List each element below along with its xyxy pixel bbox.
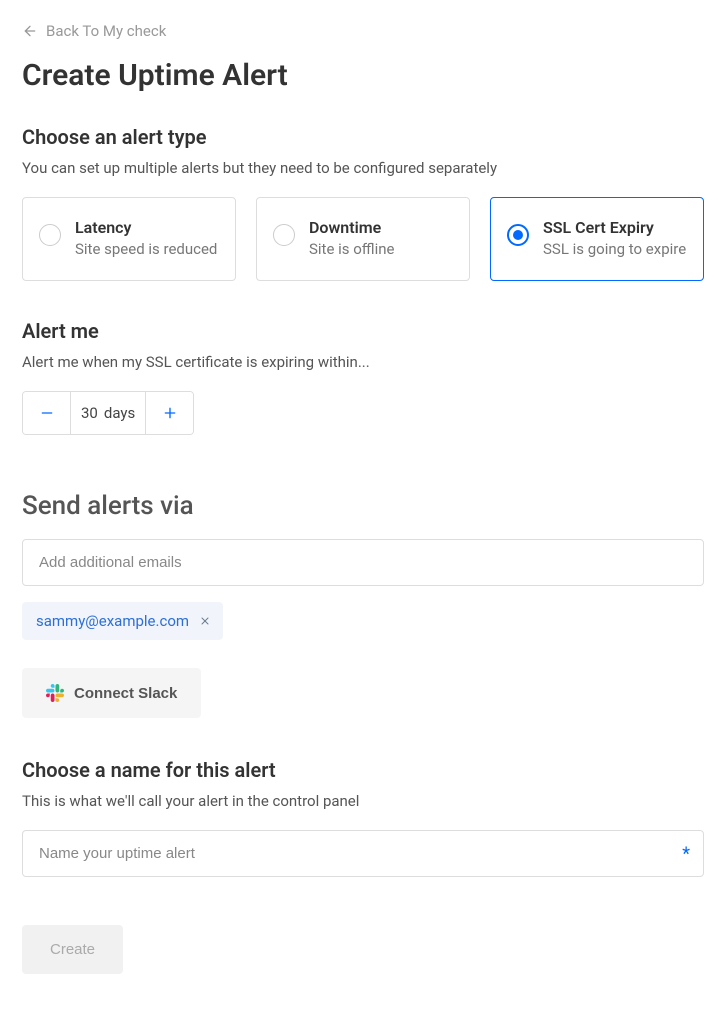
slack-icon (46, 684, 64, 702)
create-button[interactable]: Create (22, 925, 123, 974)
stepper-number: 30 (81, 404, 98, 422)
radio-icon (39, 224, 61, 246)
plus-icon (162, 405, 178, 421)
alert-type-ssl-expiry[interactable]: SSL Cert Expiry SSL is going to expire (490, 197, 704, 281)
alert-type-title: Choose an alert type (22, 125, 704, 149)
send-alerts-title: Send alerts via (22, 491, 704, 521)
alert-name-input[interactable] (22, 830, 704, 877)
page-title: Create Uptime Alert (22, 58, 704, 93)
minus-icon (39, 405, 55, 421)
alert-me-title: Alert me (22, 319, 704, 343)
radio-icon (507, 224, 529, 246)
connect-slack-button[interactable]: Connect Slack (22, 668, 201, 718)
back-link-label: Back To My check (46, 22, 166, 40)
alert-type-latency[interactable]: Latency Site speed is reduced (22, 197, 236, 281)
email-input[interactable] (22, 539, 704, 586)
alert-type-downtime[interactable]: Downtime Site is offline (256, 197, 470, 281)
alert-type-label: Latency (75, 218, 219, 237)
name-section-title: Choose a name for this alert (22, 758, 704, 782)
back-link[interactable]: Back To My check (22, 22, 704, 40)
alert-type-label: Downtime (309, 218, 453, 237)
stepper-decrement[interactable] (23, 392, 71, 434)
name-input-wrap: * (22, 830, 704, 877)
email-chip-label: sammy@example.com (36, 612, 189, 630)
radio-icon (273, 224, 295, 246)
slack-button-label: Connect Slack (74, 685, 177, 702)
days-stepper: 30 days (22, 391, 194, 435)
alert-type-desc: You can set up multiple alerts but they … (22, 159, 704, 177)
email-chip: sammy@example.com (22, 602, 223, 640)
stepper-value: 30 days (71, 392, 145, 434)
alert-me-desc: Alert me when my SSL certificate is expi… (22, 353, 704, 371)
alert-type-sublabel: Site is offline (309, 239, 453, 260)
alert-type-sublabel: Site speed is reduced (75, 239, 219, 260)
alert-type-row: Latency Site speed is reduced Downtime S… (22, 197, 704, 281)
stepper-unit: days (104, 404, 135, 422)
stepper-increment[interactable] (145, 392, 193, 434)
close-icon[interactable] (199, 615, 211, 627)
arrow-left-icon (22, 23, 38, 39)
alert-type-label: SSL Cert Expiry (543, 218, 687, 237)
alert-type-sublabel: SSL is going to expire (543, 239, 687, 260)
required-star-icon: * (682, 843, 690, 864)
name-section-desc: This is what we'll call your alert in th… (22, 792, 704, 810)
